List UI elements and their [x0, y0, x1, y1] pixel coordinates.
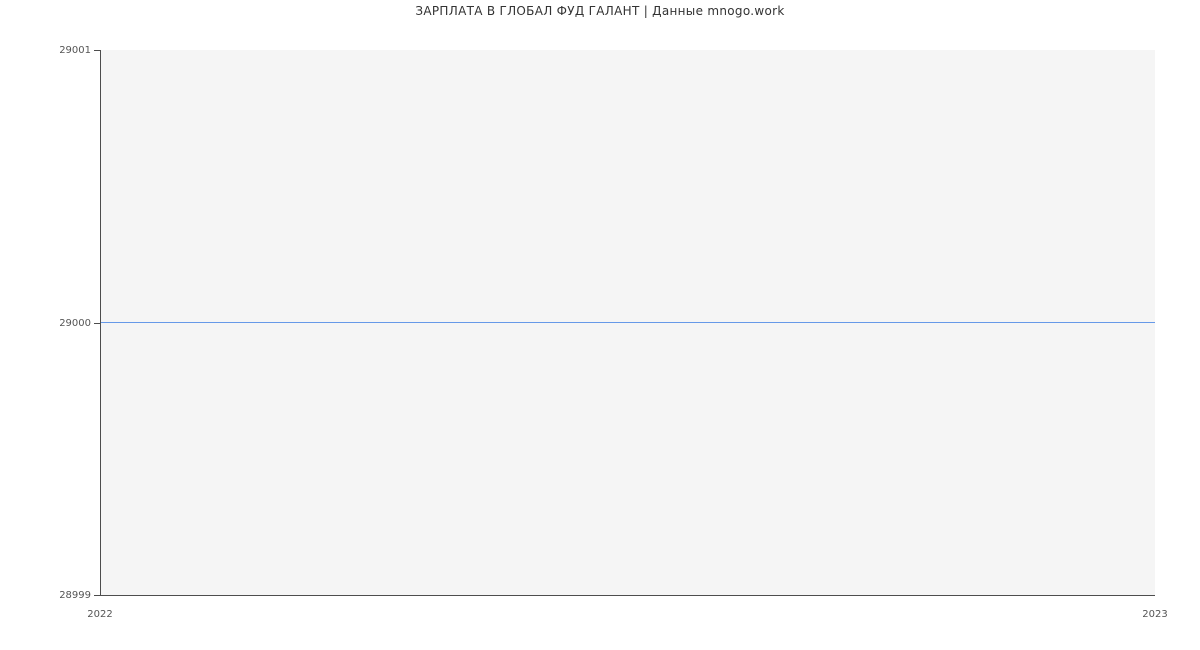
chart-container: ЗАРПЛАТА В ГЛОБАЛ ФУД ГАЛАНТ | Данные mn… [0, 0, 1200, 650]
x-tick-label-right: 2023 [1135, 609, 1175, 620]
x-tick-label-left: 2022 [80, 609, 120, 620]
data-line [101, 322, 1155, 323]
y-tick-label-mid: 29000 [55, 318, 91, 329]
y-tick-label-low: 28999 [55, 590, 91, 601]
y-tick-label-high: 29001 [55, 45, 91, 56]
chart-title: ЗАРПЛАТА В ГЛОБАЛ ФУД ГАЛАНТ | Данные mn… [0, 4, 1200, 18]
plot-area [100, 50, 1155, 596]
